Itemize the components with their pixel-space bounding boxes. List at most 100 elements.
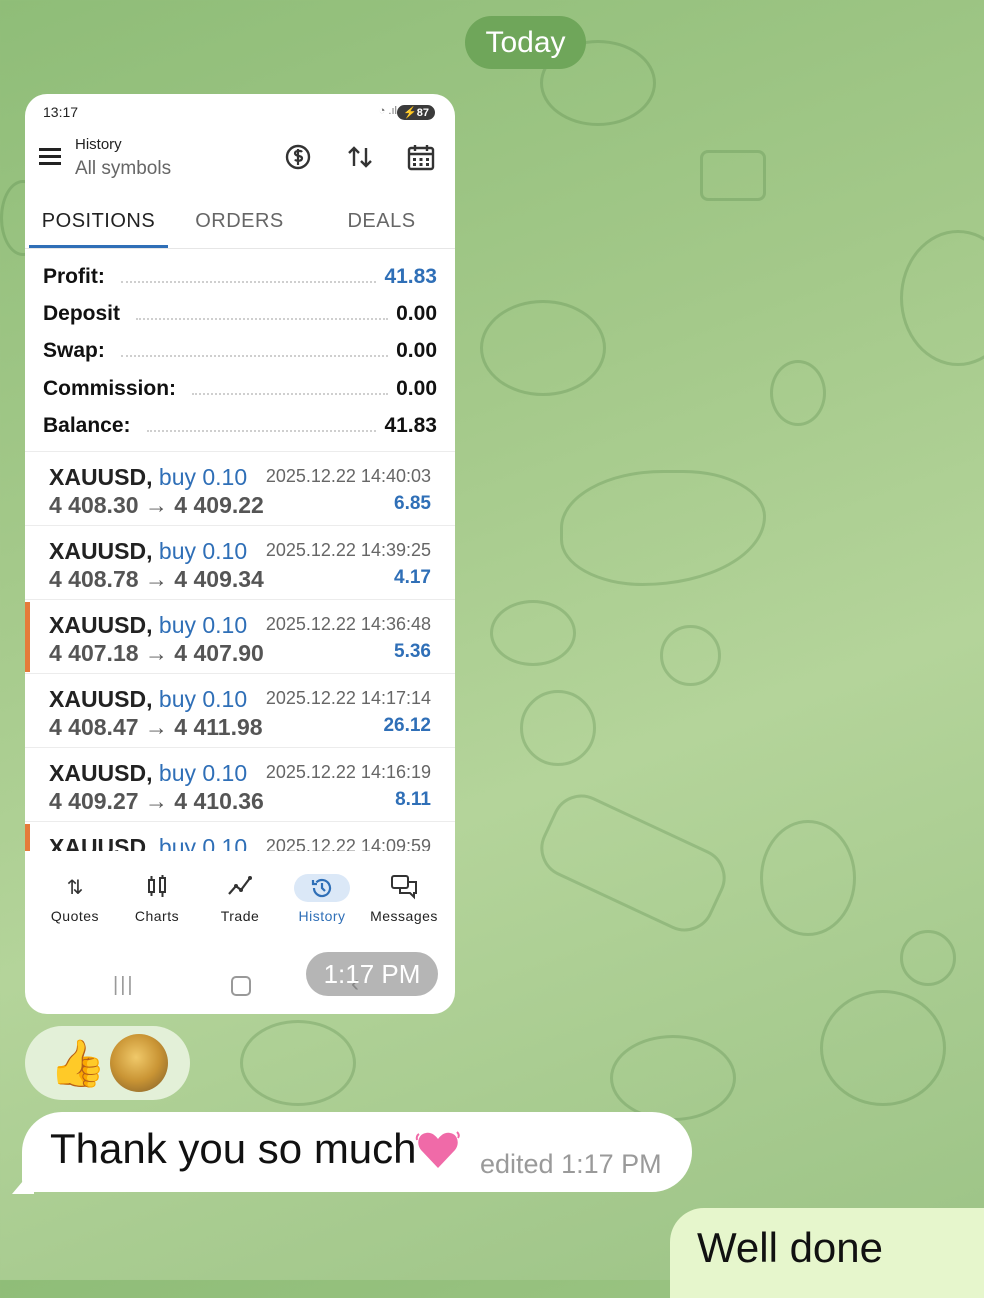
summary-row-swap: Swap: 0.00	[43, 333, 437, 370]
deal-profit: 6.85	[394, 493, 431, 514]
history-tabs: POSITIONS ORDERS DEALS	[25, 200, 455, 249]
summary-label: Commission:	[43, 376, 185, 401]
deal-prices: 4 408.78 → 4 409.34	[49, 566, 264, 592]
nav-messages[interactable]: Messages	[363, 866, 445, 944]
list-item[interactable]: XAUUSD, buy 0.10 4 408.30 → 4 409.22 202…	[25, 451, 455, 525]
background-doodle	[490, 600, 576, 666]
summary-row-commission: Commission: 0.00	[43, 370, 437, 407]
home-icon[interactable]	[231, 976, 251, 996]
messages-icon	[386, 874, 422, 902]
summary-value: 41.83	[384, 413, 437, 437]
deal-time: 2025.12.22 14:16:19	[265, 762, 431, 782]
deal-type: buy 0.10	[158, 538, 248, 564]
nav-history[interactable]: History	[281, 866, 363, 944]
deal-time: 2025.12.22 14:09:59	[265, 836, 431, 851]
deal-profit: 26.12	[383, 715, 431, 736]
menu-icon[interactable]	[39, 148, 63, 166]
background-doodle	[820, 990, 946, 1106]
nav-label: History	[298, 908, 346, 924]
incoming-message[interactable]: Thank you so much edited 1:17 PM	[22, 1112, 692, 1192]
bottom-nav: ⇅ Quotes Charts Trade History Messages	[25, 866, 455, 944]
history-icon	[294, 874, 350, 902]
background-doodle	[480, 300, 606, 396]
quotes-icon: ⇅	[66, 877, 84, 899]
deal-time: 2025.12.22 14:36:48	[265, 614, 431, 634]
deal-time: 2025.12.22 14:39:25	[265, 540, 431, 560]
summary-row-balance: Balance: 41.83	[43, 407, 437, 444]
deal-profit: 5.36	[394, 641, 431, 662]
recent-apps-icon[interactable]: |||	[113, 974, 135, 997]
positions-list: XAUUSD, buy 0.10 4 408.30 → 4 409.22 202…	[25, 451, 455, 851]
deal-profit: 4.17	[394, 567, 431, 588]
summary-row-deposit: Deposit 0.00	[43, 295, 437, 332]
list-item[interactable]: XAUUSD, buy 0.10 4 408.78 → 4 409.34 202…	[25, 525, 455, 599]
deal-symbol: XAUUSD,	[49, 464, 153, 490]
page-title: History	[75, 136, 122, 153]
deal-symbol: XAUUSD,	[49, 538, 153, 564]
background-doodle	[760, 820, 856, 936]
deal-type: buy 0.10	[158, 686, 248, 712]
background-doodle	[900, 930, 956, 986]
reactor-avatar[interactable]	[110, 1034, 168, 1092]
deal-type: buy 0.10	[158, 464, 248, 490]
battery-icon: ⚡87	[397, 105, 435, 120]
background-doodle	[770, 360, 826, 426]
charts-icon	[139, 874, 175, 902]
currency-exchange-icon[interactable]	[283, 142, 313, 172]
background-doodle	[520, 690, 596, 766]
nav-label: Quotes	[50, 908, 100, 924]
list-item[interactable]: XAUUSD, buy 0.10 4 407.18 → 4 407.90 202…	[25, 599, 455, 673]
calendar-icon[interactable]	[406, 142, 436, 172]
summary-value: 0.00	[396, 301, 437, 325]
nav-label: Trade	[220, 908, 260, 924]
deal-prices: 4 407.18 → 4 407.90	[49, 640, 264, 666]
battery-level: 87	[416, 107, 429, 119]
message-time: 1:17 PM	[306, 952, 438, 996]
message-meta: edited 1:17 PM	[480, 1149, 662, 1179]
background-doodle	[660, 625, 721, 686]
nav-quotes[interactable]: ⇅ Quotes	[34, 866, 116, 944]
message-text: Thank you so much	[50, 1125, 417, 1172]
summary-label: Swap:	[43, 339, 113, 364]
deal-profit: 8.11	[395, 789, 431, 810]
background-doodle	[700, 150, 766, 201]
date-separator: Today	[465, 16, 586, 69]
wifi-signal-icon: ◔ .ıl	[378, 105, 397, 117]
summary-value: 41.83	[384, 264, 437, 288]
background-doodle	[900, 230, 984, 366]
app-bar: History All symbols	[25, 130, 455, 200]
account-summary: Profit: 41.83 Deposit 0.00 Swap: 0.00 Co…	[43, 258, 437, 444]
nav-label: Messages	[370, 908, 438, 924]
list-item[interactable]: XAUUSD, buy 0.10 4 409.27 → 4 410.36 202…	[25, 747, 455, 821]
sort-icon[interactable]	[345, 142, 375, 172]
tab-positions[interactable]: POSITIONS	[27, 200, 170, 248]
screenshot-message[interactable]: 13:17 ◔ .ıl ⚡87 History All symbols POSI…	[25, 94, 455, 1014]
nav-charts[interactable]: Charts	[116, 866, 198, 944]
summary-label: Profit:	[43, 264, 113, 289]
list-item[interactable]: XAUUSD, buy 0.10 2025.12.22 14:09:59	[25, 821, 455, 851]
background-doodle	[610, 1035, 736, 1121]
summary-label: Deposit	[43, 301, 129, 326]
list-item[interactable]: XAUUSD, buy 0.10 4 408.47 → 4 411.98 202…	[25, 673, 455, 747]
status-time: 13:17	[43, 104, 79, 120]
deal-type: buy 0.10	[158, 612, 248, 638]
thumbs-up-reaction-icon[interactable]: 👍	[49, 1038, 106, 1088]
symbol-filter[interactable]: All symbols	[75, 158, 171, 180]
deal-time: 2025.12.22 14:40:03	[265, 466, 431, 486]
summary-label: Balance:	[43, 413, 139, 438]
trade-icon	[222, 874, 258, 902]
deal-symbol: XAUUSD,	[49, 686, 153, 712]
deal-time: 2025.12.22 14:17:14	[265, 688, 431, 708]
deal-symbol: XAUUSD,	[49, 760, 153, 786]
tab-orders[interactable]: ORDERS	[168, 200, 311, 248]
deal-prices: 4 408.47 → 4 411.98	[49, 714, 263, 740]
summary-value: 0.00	[396, 376, 437, 400]
outgoing-message[interactable]: Well done	[670, 1208, 984, 1298]
summary-value: 0.00	[396, 339, 437, 363]
nav-label: Charts	[134, 908, 180, 924]
background-doodle	[530, 784, 736, 942]
message-text: Well done	[697, 1224, 884, 1271]
tab-deals[interactable]: DEALS	[310, 200, 453, 248]
deal-symbol: XAUUSD,	[49, 612, 153, 638]
nav-trade[interactable]: Trade	[199, 866, 281, 944]
